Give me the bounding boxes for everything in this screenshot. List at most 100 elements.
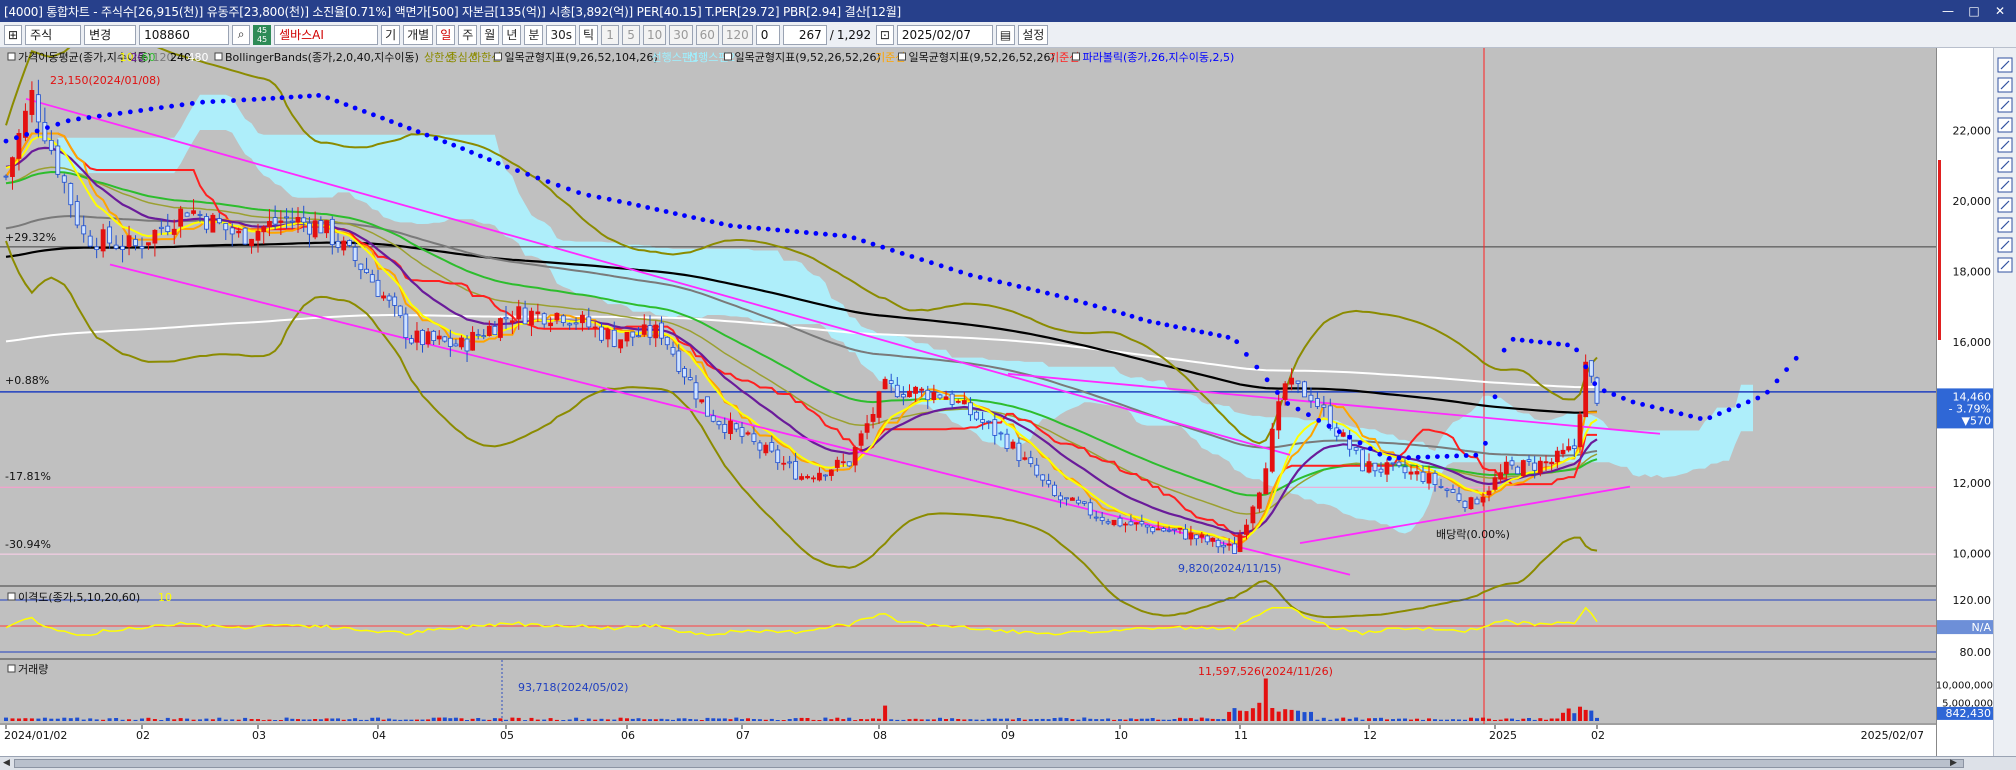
volume-bar (931, 719, 936, 721)
search-icon[interactable]: ⌕ (232, 24, 251, 45)
count-input[interactable]: 0 (755, 24, 780, 45)
sar-dot (1026, 286, 1031, 291)
period-minute[interactable]: 분 (524, 24, 544, 45)
settings-button[interactable]: 설정 (1018, 24, 1049, 45)
candle-body (1004, 433, 1010, 449)
volume-bar (431, 717, 436, 721)
volume-bar (387, 718, 392, 721)
price-axis[interactable]: 22,00020,00018,00016,00012,00010,00018,7… (1897, 48, 1994, 756)
candle-body (139, 246, 145, 250)
period-year[interactable]: 년 (502, 24, 522, 45)
legend-bb-name: BollingerBands(종가,2,0,40,지수이동) (225, 51, 419, 64)
sar-dot (1745, 399, 1751, 405)
period-week[interactable]: 주 (458, 24, 478, 45)
bars-input[interactable]: 267 (782, 24, 827, 45)
volume-bar (152, 719, 157, 721)
volume-bar (705, 717, 710, 721)
candle-body (1144, 524, 1150, 528)
maximize-icon[interactable]: □ (1962, 2, 1986, 20)
code-input[interactable]: 108860 (139, 24, 230, 45)
interval-120[interactable]: 120 (721, 24, 753, 45)
scroll-left-icon[interactable]: ◀ (0, 757, 13, 770)
candle-body (42, 122, 48, 142)
sar-dot (3, 138, 9, 144)
candle-body (229, 227, 235, 235)
candle-body (1210, 537, 1216, 542)
volume-bar (17, 718, 21, 721)
volume-bar (1555, 718, 1560, 721)
candle-body (341, 240, 347, 251)
candle-body (442, 336, 448, 342)
volume-bar (769, 718, 774, 721)
candle-body (126, 235, 132, 248)
tools-svg (1997, 57, 2013, 273)
candle-body (1204, 535, 1210, 543)
candle-body (670, 347, 676, 355)
volume-bar (775, 720, 780, 721)
candle-body (1244, 524, 1249, 535)
volume-bar (877, 718, 881, 721)
candle-body (1232, 543, 1237, 554)
sar-dot (1726, 407, 1732, 413)
candle-body (931, 392, 937, 401)
market-select[interactable]: 주식 (25, 24, 82, 45)
candle-body (811, 477, 816, 480)
sar-dot (1688, 413, 1693, 419)
layout-icon[interactable]: ⊞ (4, 24, 23, 45)
calendar-icon[interactable]: ⊡ (875, 24, 894, 45)
candle-body (1308, 394, 1314, 402)
period-day[interactable]: 일 (436, 24, 456, 45)
volume-bar (465, 720, 469, 721)
scroll-thumb[interactable] (14, 759, 1964, 768)
interval-60[interactable]: 60 (695, 24, 719, 45)
sar-dot (636, 203, 641, 208)
interval-5[interactable]: 5 (622, 24, 641, 45)
volume-bar (823, 717, 828, 721)
volume-bar (81, 719, 86, 721)
volume-bar (1561, 712, 1565, 721)
candle-body (1075, 499, 1081, 504)
scroll-right-icon[interactable]: ▶ (1947, 757, 1960, 770)
xaxis-month-label: 06 (621, 729, 635, 742)
sar-dot (691, 215, 697, 221)
info-button[interactable]: 기 (381, 24, 401, 45)
change-select[interactable]: 변경 (84, 24, 137, 45)
individual-button[interactable]: 개별 (403, 24, 434, 45)
sar-dot (775, 227, 781, 233)
candle-body (1172, 528, 1177, 531)
volume-bar (734, 717, 739, 721)
candle-body (728, 420, 733, 434)
volume-bar (938, 717, 942, 721)
close-icon[interactable]: ✕ (1988, 2, 2012, 20)
date-input[interactable]: 2025/02/07 (896, 24, 993, 45)
sar-dot (596, 194, 602, 200)
volume-bar (986, 718, 991, 721)
interval-30[interactable]: 30 (669, 24, 693, 45)
horizontal-scrollbar[interactable]: ◀ ▶ (0, 756, 2016, 770)
interval-1[interactable]: 1 (601, 24, 620, 45)
volume-bar (676, 718, 681, 721)
xaxis-month-label: 05 (500, 729, 514, 742)
volume-bar (4, 717, 8, 721)
candle-body (420, 330, 425, 345)
candle-body (968, 402, 973, 416)
candle-body (191, 210, 196, 214)
candle-body (307, 222, 312, 235)
candle-body (261, 226, 267, 233)
period-month[interactable]: 월 (480, 24, 500, 45)
fav-badge[interactable]: 45 45 (253, 24, 272, 45)
period-tick[interactable]: 틱 (578, 24, 599, 45)
volume-bar (746, 718, 750, 721)
minimize-icon[interactable]: — (1936, 2, 1960, 20)
volume-bar (453, 717, 458, 721)
candle-body (1199, 534, 1205, 538)
period-30s[interactable]: 30s (546, 24, 576, 45)
sar-dot (1073, 298, 1079, 303)
volume-bar (1064, 718, 1069, 721)
candle-body (431, 330, 437, 341)
chart-area[interactable]: 2024/01/02 02 03 04 05 06 07 08 09 10 11 12 2025 02 20… (0, 48, 2016, 756)
sar-dot (737, 224, 743, 230)
save-icon[interactable]: ▤ (995, 24, 1016, 45)
interval-10[interactable]: 10 (643, 24, 667, 45)
candle-body (1462, 500, 1468, 508)
